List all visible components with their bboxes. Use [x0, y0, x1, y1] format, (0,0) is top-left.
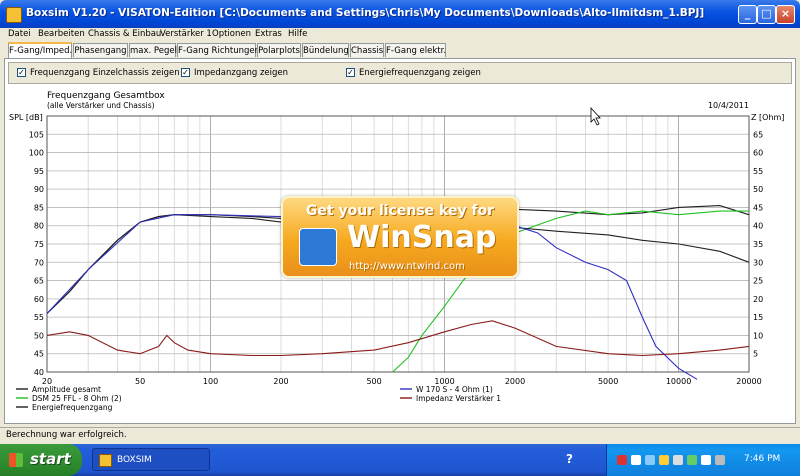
- display-icon[interactable]: [701, 455, 711, 465]
- y-tick-label: 85: [34, 203, 44, 212]
- legend-label-w170: W 170 S - 4 Ohm (1): [416, 385, 493, 394]
- tab-strip: F-Gang/Imped. Phasengang max. Pegel F-Ga…: [0, 42, 800, 58]
- y-tick-label: 40: [34, 368, 44, 377]
- x-tick-label: 2000: [505, 377, 525, 386]
- volume-icon[interactable]: [673, 455, 683, 465]
- bluetooth-icon[interactable]: [645, 455, 655, 465]
- y-tick-label: 105: [29, 130, 44, 139]
- y2-tick-label: 60: [753, 149, 763, 158]
- start-button[interactable]: start: [0, 444, 82, 476]
- menu-bearbeiten[interactable]: Bearbeiten: [38, 29, 85, 39]
- taskbar: start BOXSIM ? 7:46 PM: [0, 444, 800, 476]
- y2-tick-label: 50: [753, 185, 763, 194]
- y-tick-label: 60: [34, 295, 44, 304]
- checkbox-einzelchassis[interactable]: ✓: [17, 68, 26, 77]
- tray-app-icon[interactable]: [659, 455, 669, 465]
- checkbox-einzelchassis-label: Frequenzgang Einzelchassis zeigen: [30, 68, 180, 78]
- tab-buendelung[interactable]: Bündelung: [302, 43, 349, 57]
- y2-tick-label: 5: [753, 350, 758, 359]
- network-icon[interactable]: [631, 455, 641, 465]
- close-button[interactable]: ×: [776, 5, 795, 24]
- y-axis-label: SPL [dB]: [9, 113, 43, 122]
- tab-fgang-imped[interactable]: F-Gang/Imped.: [8, 42, 72, 58]
- y-tick-label: 80: [34, 222, 44, 231]
- wifi-icon[interactable]: [715, 455, 725, 465]
- tab-fgang-richtungen[interactable]: F-Gang Richtungen: [177, 43, 260, 57]
- chart-subtitle: (alle Verstärker und Chassis): [47, 101, 155, 110]
- chart-title: Frequenzgang Gesamtbox: [47, 91, 165, 101]
- y2-tick-label: 10: [753, 331, 763, 340]
- y-tick-label: 95: [34, 167, 44, 176]
- window-title: Boxsim V1.20 - VISATON-Edition [C:\Docum…: [26, 7, 705, 19]
- x-tick-label: 5000: [598, 377, 618, 386]
- options-bar: ✓ Frequenzgang Einzelchassis zeigen ✓ Im…: [8, 62, 792, 84]
- legend-label-dsm: DSM 25 FFL - 8 Ohm (2): [32, 394, 122, 403]
- menu-verstaerker[interactable]: Verstärker 1: [160, 29, 212, 39]
- tab-max-pegel[interactable]: max. Pegel: [129, 43, 177, 57]
- watermark-url: http://www.ntwind.com: [349, 261, 465, 272]
- y-tick-label: 70: [34, 258, 44, 267]
- battery-icon[interactable]: [687, 455, 697, 465]
- chart-date: 10/4/2011: [708, 101, 749, 110]
- watermark-line1: Get your license key for: [305, 203, 495, 219]
- checkbox-energie-label: Energiefrequenzgang zeigen: [359, 68, 481, 78]
- windows-flag-icon: [9, 453, 23, 467]
- legend-label-energy: Energiefrequenzgang: [32, 403, 113, 412]
- legend-label-amp: Amplitude gesamt: [32, 385, 101, 394]
- y-tick-label: 90: [34, 185, 44, 194]
- y-tick-label: 55: [34, 313, 44, 322]
- y2-tick-label: 65: [753, 130, 763, 139]
- tab-chassis[interactable]: Chassis: [350, 43, 384, 57]
- menu-hilfe[interactable]: Hilfe: [288, 29, 307, 39]
- help-icon[interactable]: ?: [566, 452, 578, 466]
- x-tick-label: 20000: [736, 377, 761, 386]
- y2-tick-label: 35: [753, 240, 763, 249]
- tab-phasengang[interactable]: Phasengang: [73, 43, 128, 57]
- status-bar: Berechnung war erfolgreich.: [0, 427, 800, 442]
- x-tick-label: 200: [273, 377, 288, 386]
- checkbox-impedanz-label: Impedanzgang zeigen: [194, 68, 289, 78]
- start-label: start: [30, 450, 71, 468]
- taskbar-button-label: BOXSIM: [117, 455, 152, 465]
- y2-tick-label: 15: [753, 313, 763, 322]
- watermark-brand: WinSnap: [347, 220, 497, 255]
- tab-fgang-elektr[interactable]: F-Gang elektr.: [385, 43, 446, 57]
- y-tick-label: 45: [34, 350, 44, 359]
- y-tick-label: 75: [34, 240, 44, 249]
- tab-polarplots[interactable]: Polarplots: [257, 43, 301, 57]
- y2-tick-label: 30: [753, 258, 763, 267]
- status-text: Berechnung war erfolgreich.: [6, 430, 127, 440]
- window-titlebar[interactable]: Boxsim V1.20 - VISATON-Edition [C:\Docum…: [0, 0, 800, 28]
- x-tick-label: 10000: [666, 377, 691, 386]
- winsnap-watermark: Get your license key for WinSnap http://…: [281, 196, 519, 278]
- menu-datei[interactable]: Datei: [8, 29, 31, 39]
- app-icon: [6, 7, 22, 23]
- boxsim-icon: [99, 454, 112, 467]
- checkbox-energie[interactable]: ✓: [346, 68, 355, 77]
- winsnap-logo-icon: [299, 228, 337, 266]
- menu-extras[interactable]: Extras: [255, 29, 282, 39]
- y2-tick-label: 40: [753, 222, 763, 231]
- x-tick-label: 100: [203, 377, 218, 386]
- checkbox-impedanz[interactable]: ✓: [181, 68, 190, 77]
- y2-tick-label: 55: [753, 167, 763, 176]
- security-icon[interactable]: [617, 455, 627, 465]
- y-tick-label: 50: [34, 331, 44, 340]
- menu-bar: Datei Bearbeiten Chassis & Einbau Verstä…: [0, 28, 800, 41]
- x-tick-label: 500: [366, 377, 381, 386]
- y2-tick-label: 20: [753, 295, 763, 304]
- y-tick-label: 100: [29, 149, 44, 158]
- minimize-button[interactable]: _: [738, 5, 757, 24]
- menu-chassis-einbau[interactable]: Chassis & Einbau: [88, 29, 161, 39]
- y2-axis-label: Z [Ohm]: [751, 113, 784, 122]
- y-tick-label: 65: [34, 277, 44, 286]
- y2-tick-label: 25: [753, 277, 763, 286]
- taskbar-button-boxsim[interactable]: BOXSIM: [92, 448, 210, 471]
- maximize-button[interactable]: □: [757, 5, 776, 24]
- taskbar-clock: 7:46 PM: [744, 454, 781, 464]
- x-tick-label: 50: [135, 377, 145, 386]
- legend-label-imp: Impedanz Verstärker 1: [416, 394, 501, 403]
- y2-tick-label: 45: [753, 203, 763, 212]
- menu-optionen[interactable]: Optionen: [212, 29, 251, 39]
